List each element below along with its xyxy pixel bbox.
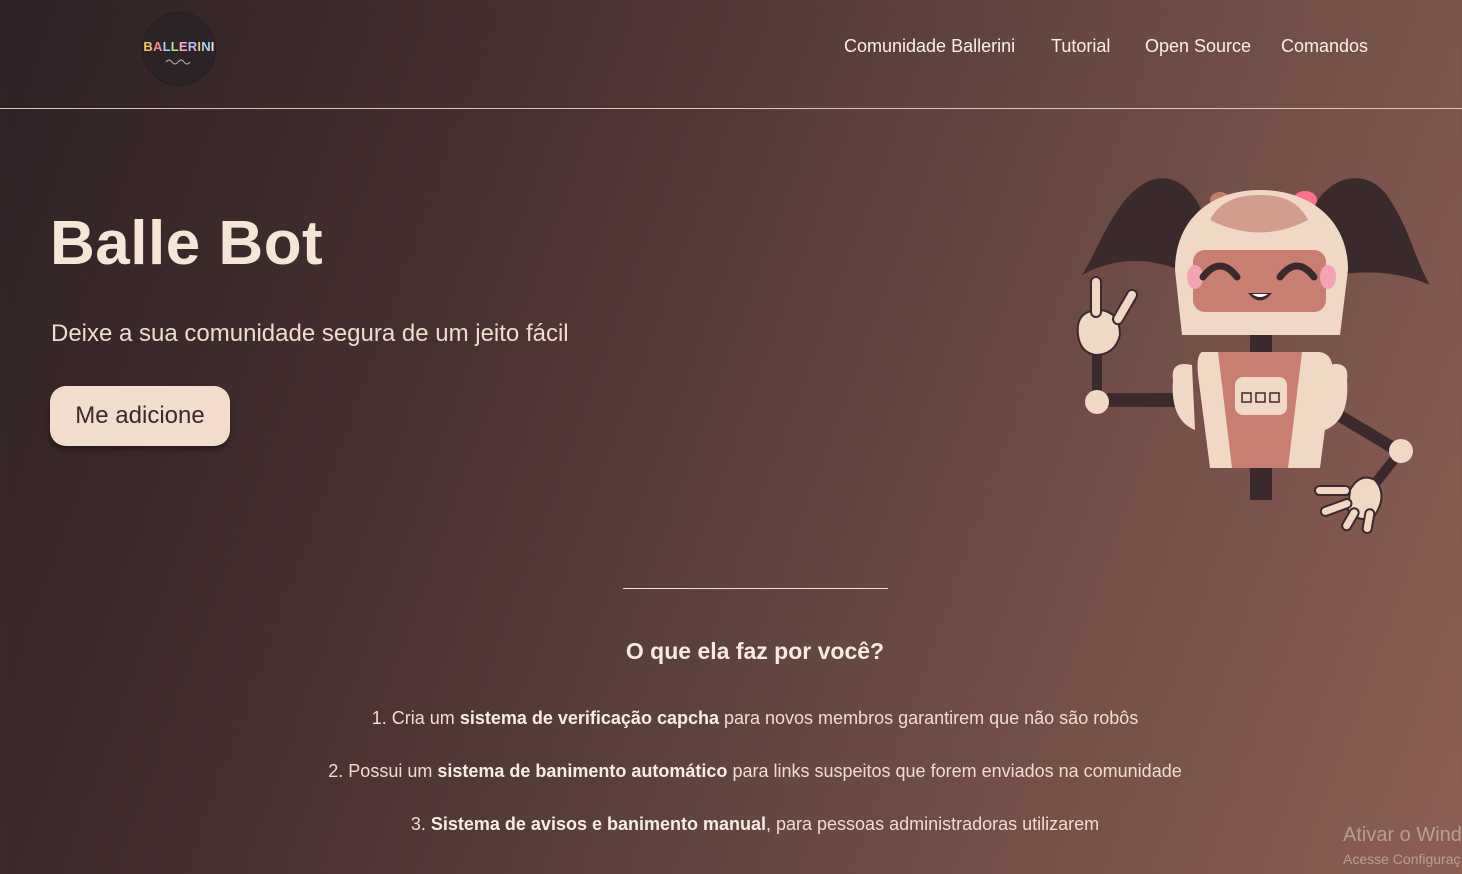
section-divider [623, 588, 888, 589]
nav-tutorial[interactable]: Tutorial [1051, 36, 1110, 57]
nav-comunidade-ballerini[interactable]: Comunidade Ballerini [844, 36, 1015, 57]
features-title: O que ela faz por você? [625, 638, 885, 664]
feature-item: 2. Possui um sistema de banimento automá… [328, 761, 1182, 781]
add-bot-button[interactable]: Me adicione [50, 386, 230, 446]
robot-mascot-illustration [1076, 178, 1430, 534]
hero-subtitle: Deixe a sua comunidade segura de um jeit… [51, 320, 569, 347]
nav-open-source[interactable]: Open Source [1145, 36, 1251, 57]
hero-title: Balle Bot [50, 209, 324, 278]
windows-activation-watermark: Ativar o Wind Acesse Configuraç [1343, 824, 1462, 867]
feature-item: 1. Cria um sistema de verificação capcha… [371, 708, 1139, 728]
feature-item: 3. Sistema de avisos e banimento manual,… [410, 814, 1100, 834]
nav-comandos[interactable]: Comandos [1281, 36, 1368, 57]
site-header: BALLERINI Comunidade Ballerini Tutorial … [0, 0, 1462, 109]
main-nav: Comunidade Ballerini Tutorial Open Sourc… [0, 36, 1462, 64]
